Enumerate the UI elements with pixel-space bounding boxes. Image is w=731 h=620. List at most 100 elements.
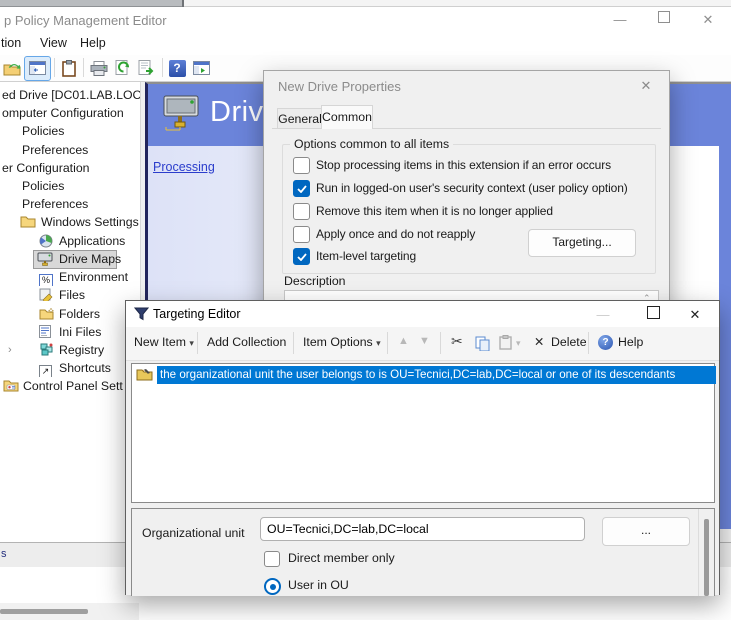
- tree-item-preferences-user[interactable]: Preferences: [0, 195, 140, 213]
- toolbar-separator: [54, 58, 55, 77]
- copy-icon[interactable]: [475, 336, 490, 351]
- tree-item-registry[interactable]: › Registry: [0, 341, 140, 359]
- new-item-button[interactable]: New Item ▾: [134, 335, 194, 349]
- toolbar-separator: [162, 58, 163, 77]
- browse-button[interactable]: ...: [602, 517, 690, 546]
- radio-selected-icon[interactable]: [264, 578, 281, 595]
- tree-item-computer-configuration[interactable]: omputer Configuration: [0, 104, 140, 122]
- toolbar-separator: [588, 332, 589, 354]
- scrollbar-thumb[interactable]: [704, 519, 709, 596]
- tree-item-drive-maps[interactable]: Drive Maps: [0, 250, 140, 268]
- tree-item-policies[interactable]: Policies: [0, 122, 140, 140]
- panel-vertical-scrollbar[interactable]: [698, 509, 714, 596]
- tree-item-policies-user[interactable]: Policies: [0, 177, 140, 195]
- toolbar-separator: [293, 332, 294, 354]
- menu-view[interactable]: View: [40, 36, 67, 50]
- applications-icon: [39, 234, 53, 248]
- dropdown-icon: ▾: [376, 338, 381, 348]
- close-button[interactable]: ✕: [700, 12, 716, 28]
- folder-icon: [20, 215, 36, 228]
- targeting-editor-title: Targeting Editor: [153, 307, 241, 321]
- move-down-icon[interactable]: ▼: [419, 335, 430, 347]
- minimize-button[interactable]: —: [612, 12, 628, 28]
- toolbar-separator: [83, 58, 84, 77]
- add-collection-button[interactable]: Add Collection: [207, 335, 286, 349]
- tree-item-folders[interactable]: Folders: [0, 305, 140, 323]
- console-tree-icon[interactable]: [27, 58, 47, 78]
- item-detail-panel: Organizational unit ... Direct member on…: [131, 508, 715, 596]
- targeting-button[interactable]: Targeting...: [528, 229, 636, 257]
- tree-item-shortcuts[interactable]: ↗ Shortcuts: [0, 359, 140, 377]
- print-icon[interactable]: [89, 58, 109, 78]
- checkbox-unchecked-icon[interactable]: [293, 203, 310, 220]
- tree-item-user-configuration[interactable]: er Configuration: [0, 159, 140, 177]
- menu-action[interactable]: tion: [1, 36, 21, 50]
- tree-horizontal-scrollbar[interactable]: [0, 603, 139, 620]
- folder-arrow-icon[interactable]: [2, 58, 22, 78]
- checkbox-unchecked-icon[interactable]: [264, 551, 280, 567]
- export-list-icon[interactable]: [137, 58, 157, 78]
- close-icon[interactable]: ✕: [638, 78, 654, 94]
- cut-icon[interactable]: ✂: [451, 333, 463, 350]
- tree-item-windows-settings[interactable]: Windows Settings: [0, 213, 140, 231]
- registry-icon: [39, 342, 54, 356]
- tab-common[interactable]: Common: [321, 105, 373, 129]
- targeting-editor-dialog: Targeting Editor — ✕ New Item ▾ Add Coll…: [125, 300, 720, 595]
- files-icon: [39, 288, 53, 301]
- maximize-button[interactable]: [644, 306, 662, 321]
- option-run-in-user-context[interactable]: Run in logged-on user's security context…: [293, 180, 643, 197]
- toolbar-separator: [440, 332, 441, 354]
- expand-chevron-icon[interactable]: ›: [8, 341, 12, 359]
- refresh-icon[interactable]: [113, 58, 133, 78]
- checkbox-checked-icon[interactable]: [293, 248, 310, 265]
- status-text: s: [1, 548, 7, 560]
- tree-item-environment[interactable]: % Environment: [0, 268, 140, 286]
- toolbar-separator: [387, 332, 388, 354]
- selected-targeting-item[interactable]: the organizational unit the user belongs…: [157, 366, 716, 384]
- dropdown-icon: ▾: [189, 338, 194, 348]
- paste-dropdown-icon[interactable]: ▾: [516, 335, 521, 349]
- help-icon[interactable]: ?: [167, 58, 187, 78]
- targeting-items-list[interactable]: the organizational unit the user belongs…: [131, 363, 715, 503]
- checkbox-unchecked-icon[interactable]: [293, 157, 310, 174]
- close-button[interactable]: ✕: [686, 307, 704, 322]
- processing-link[interactable]: Processing: [153, 160, 215, 174]
- checkbox-unchecked-icon[interactable]: [293, 226, 310, 243]
- delete-x-icon[interactable]: ✕: [534, 335, 544, 349]
- background-window-edge: [0, 0, 183, 7]
- help-button[interactable]: Help: [618, 335, 643, 349]
- control-panel-folder-icon: [3, 379, 19, 392]
- checkbox-checked-icon[interactable]: [293, 180, 310, 197]
- move-up-icon[interactable]: ▲: [398, 335, 409, 347]
- maximize-button[interactable]: [656, 11, 672, 27]
- console-tree: ed Drive [DC01.LAB.LOCA omputer Configur…: [0, 82, 141, 542]
- organizational-unit-input[interactable]: [260, 517, 585, 541]
- delete-button[interactable]: Delete: [551, 335, 587, 349]
- paste-icon[interactable]: [499, 335, 512, 350]
- tree-item-root[interactable]: ed Drive [DC01.LAB.LOCA: [0, 86, 140, 104]
- tree-item-ini-files[interactable]: Ini Files: [0, 323, 140, 341]
- dialog-title: New Drive Properties: [278, 79, 401, 94]
- targeting-editor-titlebar: Targeting Editor — ✕: [126, 301, 719, 327]
- tree-item-applications[interactable]: Applications: [0, 232, 140, 250]
- tree-item-control-panel-settings[interactable]: Control Panel Sett: [0, 377, 140, 395]
- drive-maps-icon: [37, 252, 53, 266]
- scrollbar-thumb[interactable]: [0, 609, 88, 614]
- minimize-button[interactable]: —: [594, 307, 612, 322]
- tab-general[interactable]: General: [277, 108, 323, 129]
- ou-item-icon: [136, 367, 153, 381]
- option-stop-processing[interactable]: Stop processing items in this extension …: [293, 157, 643, 174]
- menu-help[interactable]: Help: [80, 36, 106, 50]
- item-options-button[interactable]: Item Options ▾: [303, 335, 381, 349]
- organizational-unit-label: Organizational unit: [142, 526, 245, 540]
- tree-item-files[interactable]: Files: [0, 286, 140, 304]
- new-window-icon[interactable]: [191, 58, 211, 78]
- clipboard-icon[interactable]: [59, 58, 79, 78]
- ini-files-icon: [39, 325, 51, 338]
- environment-icon: %: [39, 270, 53, 286]
- tree-item-preferences[interactable]: Preferences: [0, 141, 140, 159]
- description-label: Description: [284, 274, 346, 288]
- option-remove-when-not-applied[interactable]: Remove this item when it is no longer ap…: [293, 203, 643, 220]
- folders-icon: [39, 307, 54, 320]
- help-icon[interactable]: ?: [598, 335, 613, 350]
